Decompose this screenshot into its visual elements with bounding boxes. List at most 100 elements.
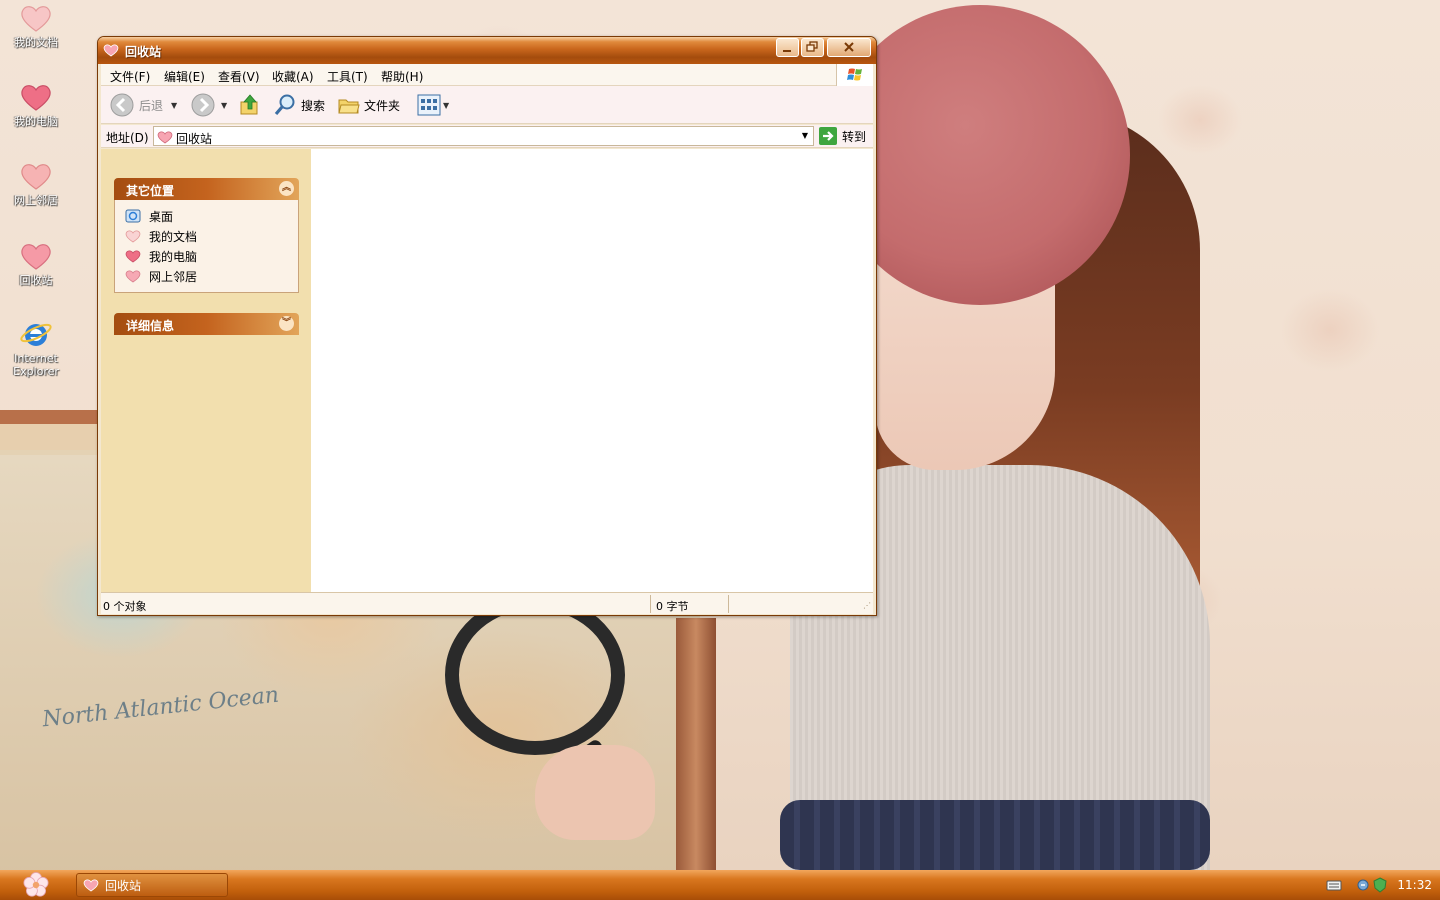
folders-button[interactable]: 文件夹 bbox=[337, 93, 400, 117]
details-header[interactable]: 详细信息 ︾ bbox=[114, 313, 299, 335]
forward-button[interactable]: ▼ bbox=[191, 93, 227, 117]
wallpaper-magnifier bbox=[445, 595, 625, 755]
security-icon[interactable] bbox=[1373, 877, 1387, 893]
views-dropdown-icon[interactable]: ▼ bbox=[443, 101, 449, 110]
desktop-icon bbox=[125, 209, 141, 223]
back-dropdown-icon[interactable]: ▼ bbox=[171, 101, 177, 110]
search-icon bbox=[274, 94, 295, 116]
close-button[interactable] bbox=[827, 38, 871, 57]
taskbar-clock[interactable]: 11:32 bbox=[1397, 878, 1432, 892]
heart-icon bbox=[83, 879, 99, 892]
heart-icon bbox=[125, 250, 141, 263]
desktop-icon-my-computer[interactable]: 我的电脑 bbox=[4, 82, 68, 128]
desktop-icon-recycle-bin[interactable]: 回收站 bbox=[4, 241, 68, 287]
restore-icon bbox=[806, 41, 818, 52]
network-icon[interactable] bbox=[1357, 877, 1373, 893]
address-bar: 地址(D) 回收站 ▼ 转到 bbox=[101, 125, 873, 148]
heart-icon bbox=[157, 131, 173, 144]
forward-arrow-icon bbox=[191, 93, 215, 117]
back-arrow-icon bbox=[110, 93, 134, 117]
place-network[interactable]: 网上邻居 bbox=[125, 266, 298, 286]
folders-label: 文件夹 bbox=[364, 98, 401, 113]
other-places-panel: 其它位置 ︽ 桌面 我的文档 我的电脑 网上邻居 bbox=[114, 178, 299, 293]
menu-file[interactable]: 文件(F) bbox=[110, 68, 150, 85]
menu-bar: 文件(F) 编辑(E) 查看(V) 收藏(A) 工具(T) 帮助(H) bbox=[101, 64, 873, 86]
place-network-label: 网上邻居 bbox=[149, 269, 198, 284]
maximize-button[interactable] bbox=[801, 38, 824, 57]
go-button[interactable]: 转到 bbox=[819, 126, 866, 146]
place-my-computer-label: 我的电脑 bbox=[149, 249, 198, 264]
status-size: 0 字节 bbox=[656, 600, 689, 613]
desktop-icon-label: 我的电脑 bbox=[14, 115, 58, 128]
close-icon bbox=[844, 42, 854, 52]
start-button[interactable] bbox=[16, 870, 56, 900]
expand-chevron-icon[interactable]: ︾ bbox=[279, 316, 294, 331]
heart-icon bbox=[21, 85, 51, 111]
back-label: 后退 bbox=[139, 98, 164, 113]
desktop-icon-my-documents[interactable]: 我的文档 bbox=[4, 3, 68, 49]
address-input[interactable]: 回收站 ▼ bbox=[153, 126, 814, 146]
other-places-title: 其它位置 bbox=[126, 184, 175, 198]
up-folder-icon bbox=[240, 94, 258, 115]
desktop-icon-label: 我的文档 bbox=[14, 36, 58, 49]
wallpaper-hand bbox=[535, 745, 655, 840]
minimize-button[interactable] bbox=[776, 38, 799, 57]
status-divider bbox=[728, 595, 729, 613]
heart-icon bbox=[125, 230, 141, 243]
folder-icon bbox=[338, 99, 360, 114]
heart-icon bbox=[21, 244, 51, 270]
menu-view[interactable]: 查看(V) bbox=[218, 68, 260, 85]
wallpaper-frame-side bbox=[676, 618, 716, 870]
taskbar-item-recycle-bin[interactable]: 回收站 bbox=[76, 873, 228, 897]
forward-dropdown-icon[interactable]: ▼ bbox=[221, 101, 227, 110]
address-value: 回收站 bbox=[176, 132, 213, 146]
wallpaper-sweater-stripe bbox=[780, 800, 1210, 870]
resize-grip-icon[interactable]: ⋰ bbox=[863, 601, 871, 610]
file-list-area[interactable] bbox=[311, 149, 873, 592]
minimize-icon bbox=[783, 50, 791, 52]
taskbar: 回收站 11:32 bbox=[0, 870, 1440, 900]
desktop-icon-network[interactable]: 网上邻居 bbox=[4, 161, 68, 207]
collapse-chevron-icon[interactable]: ︽ bbox=[279, 181, 294, 196]
standard-toolbar: 后退 ▼ ▼ 搜索 文件夹 ▼ bbox=[101, 86, 873, 124]
desktop-icon-label: Internet Explorer bbox=[13, 352, 59, 378]
place-my-documents[interactable]: 我的文档 bbox=[125, 226, 298, 246]
window-titlebar[interactable]: 回收站 bbox=[98, 37, 876, 64]
views-button[interactable]: ▼ bbox=[417, 93, 449, 117]
desktop-icon-internet-explorer[interactable]: Internet Explorer bbox=[4, 319, 68, 378]
window-title: 回收站 bbox=[125, 45, 162, 59]
taskbar-item-label: 回收站 bbox=[105, 878, 142, 893]
place-my-documents-label: 我的文档 bbox=[149, 229, 198, 244]
desktop-icon-label: 回收站 bbox=[19, 274, 53, 287]
views-grid-icon bbox=[417, 94, 441, 116]
place-desktop-label: 桌面 bbox=[149, 209, 174, 224]
address-dropdown-icon[interactable]: ▼ bbox=[797, 127, 813, 145]
search-button[interactable]: 搜索 bbox=[273, 93, 325, 117]
place-desktop[interactable]: 桌面 bbox=[125, 206, 298, 226]
heart-icon bbox=[125, 270, 141, 283]
menu-favorites[interactable]: 收藏(A) bbox=[272, 68, 314, 85]
start-flower-icon bbox=[23, 872, 49, 897]
keyboard-icon[interactable] bbox=[1326, 878, 1342, 892]
heart-icon bbox=[21, 6, 51, 32]
address-label: 地址(D) bbox=[106, 131, 149, 145]
heart-icon bbox=[21, 164, 51, 190]
menu-help[interactable]: 帮助(H) bbox=[381, 68, 423, 85]
other-places-header[interactable]: 其它位置 ︽ bbox=[114, 178, 299, 200]
internet-explorer-icon bbox=[20, 323, 52, 346]
menu-tools[interactable]: 工具(T) bbox=[327, 68, 368, 85]
go-arrow-icon bbox=[819, 127, 837, 145]
other-places-list: 桌面 我的文档 我的电脑 网上邻居 bbox=[114, 200, 299, 293]
recycle-bin-heart-icon bbox=[103, 44, 119, 57]
recycle-bin-window[interactable]: 回收站 文件(F) 编辑(E) 查看(V) 收藏(A) 工具(T) 帮助(H) bbox=[97, 36, 877, 616]
window-body: 文件(F) 编辑(E) 查看(V) 收藏(A) 工具(T) 帮助(H) 后退 ▼… bbox=[101, 64, 873, 614]
menu-edit[interactable]: 编辑(E) bbox=[164, 68, 205, 85]
status-divider bbox=[650, 595, 651, 613]
details-title: 详细信息 bbox=[126, 319, 175, 333]
windows-flag-icon bbox=[847, 68, 862, 81]
up-folder-button[interactable] bbox=[239, 93, 261, 117]
place-my-computer[interactable]: 我的电脑 bbox=[125, 246, 298, 266]
back-button[interactable]: 后退 ▼ bbox=[110, 93, 177, 117]
details-panel: 详细信息 ︾ bbox=[114, 313, 299, 335]
windows-logo bbox=[836, 64, 873, 86]
